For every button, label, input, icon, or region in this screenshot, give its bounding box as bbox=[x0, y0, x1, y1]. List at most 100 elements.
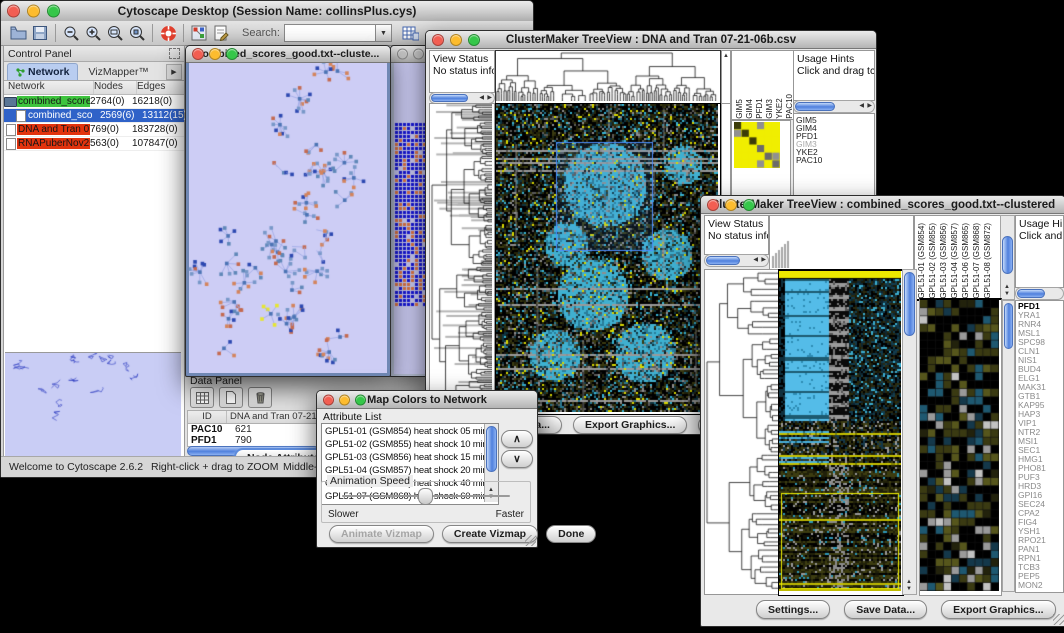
tv2-genes-vscrollbar[interactable] bbox=[1002, 300, 1015, 592]
scroll-down-icon[interactable]: ▼ bbox=[1004, 291, 1010, 297]
tv1-column-label[interactable]: PFD1 bbox=[755, 94, 764, 119]
zoom-out-button[interactable] bbox=[60, 23, 82, 43]
network-table-row[interactable]: DNA and Tran 07 769(0) 183728(0) bbox=[4, 123, 184, 137]
open-session-button[interactable] bbox=[7, 23, 29, 43]
save-session-button[interactable] bbox=[29, 23, 51, 43]
zoom-in-button[interactable] bbox=[82, 23, 104, 43]
column-header-nodes[interactable]: Nodes bbox=[94, 81, 137, 94]
plugins-button[interactable] bbox=[188, 23, 210, 43]
scroll-right-icon[interactable]: ▶ bbox=[761, 257, 766, 263]
tv2-zoom-matrix[interactable] bbox=[920, 300, 999, 591]
tab-vizmapper[interactable]: VizMapper™ bbox=[78, 64, 159, 80]
minimize-button[interactable] bbox=[450, 34, 462, 46]
dialog-titlebar[interactable]: Map Colors to Network bbox=[317, 391, 537, 409]
tv2-column-label[interactable]: GPL51-02 (GSM855) bbox=[928, 223, 937, 299]
scroll-up-icon[interactable]: ▲ bbox=[723, 53, 729, 59]
tab-network[interactable]: Network bbox=[7, 63, 78, 80]
minimize-button[interactable] bbox=[27, 5, 40, 18]
help-button[interactable] bbox=[157, 23, 179, 43]
search-dropdown-button[interactable]: ▼ bbox=[376, 24, 392, 42]
network-table-row[interactable]: combined_sco 2569(6) 13112(15) bbox=[4, 109, 184, 123]
network-table-row[interactable]: RNAPuberNov2+ 563(0) 107847(0) bbox=[4, 137, 184, 151]
tv1-col-dendrogram[interactable] bbox=[496, 51, 718, 101]
scroll-left-icon[interactable]: ◀ bbox=[753, 257, 758, 263]
annotation-button[interactable] bbox=[210, 23, 232, 43]
zoom-selected-button[interactable] bbox=[126, 23, 148, 43]
tv2-action-button[interactable]: Settings... bbox=[756, 600, 830, 619]
data-table-row[interactable]: PFD1 790 bbox=[188, 435, 316, 446]
zoom-button[interactable] bbox=[47, 5, 60, 18]
tv1-heatmap[interactable] bbox=[496, 104, 718, 412]
tv2-action-button[interactable]: Save Data... bbox=[844, 600, 927, 619]
scroll-left-icon[interactable]: ◀ bbox=[859, 103, 864, 109]
close-button[interactable] bbox=[192, 48, 204, 60]
tv2-action-button[interactable]: Export Graphics... bbox=[941, 600, 1055, 619]
resize-grip[interactable] bbox=[525, 535, 536, 546]
tv2-column-label[interactable]: GPL51-01 (GSM854) bbox=[917, 223, 926, 299]
dialog-action-button[interactable]: Create Vizmap bbox=[442, 525, 538, 543]
tv1-column-label[interactable]: GIM3 bbox=[765, 94, 774, 119]
close-button[interactable] bbox=[323, 394, 334, 405]
network-table-row[interactable]: combined_scores 2764(0) 16218(0) bbox=[4, 95, 184, 109]
move-down-button[interactable]: ∨ bbox=[501, 450, 533, 468]
tv2-row-dendrogram[interactable] bbox=[705, 270, 778, 592]
tv2-labels-vscrollbar[interactable]: ▲ ▼ bbox=[1000, 215, 1015, 300]
tv2-hints-hscrollbar[interactable] bbox=[1015, 287, 1064, 300]
tv1-hints-hscrollbar[interactable]: ◀ ▶ bbox=[793, 100, 875, 113]
close-button[interactable] bbox=[432, 34, 444, 46]
tab-overflow-button[interactable]: ▶ bbox=[166, 64, 182, 80]
tv2-column-label[interactable]: GPL51-03 (GSM856) bbox=[939, 223, 948, 299]
close-button[interactable] bbox=[7, 5, 20, 18]
data-column-attr[interactable]: DNA and Tran 07-21-06 bbox=[227, 411, 316, 423]
tv1-gene-item[interactable]: PAC10 bbox=[794, 156, 874, 164]
tv2-column-label[interactable]: GPL51-06 (GSM865) bbox=[961, 223, 970, 299]
zoom-button[interactable] bbox=[468, 34, 480, 46]
dialog-action-button[interactable]: Done bbox=[546, 525, 596, 543]
network-canvas[interactable] bbox=[189, 63, 387, 373]
delete-attribute-button[interactable] bbox=[248, 387, 272, 408]
tv1-similarity-matrix[interactable] bbox=[734, 122, 780, 168]
float-panel-icon[interactable] bbox=[169, 48, 180, 59]
zoom-button[interactable] bbox=[743, 199, 755, 211]
scroll-right-icon[interactable]: ▶ bbox=[487, 95, 492, 101]
data-column-id[interactable]: ID bbox=[188, 411, 227, 423]
tv2-heatmap[interactable] bbox=[779, 271, 901, 591]
attribute-list-item[interactable]: GPL51-02 (GSM855) heat shock 10 min bbox=[322, 438, 498, 451]
tv1-action-button[interactable]: Export Graphics... bbox=[573, 416, 687, 434]
network-titlebar[interactable]: combined_scores_good.txt--cluste... bbox=[186, 46, 390, 63]
search-input[interactable] bbox=[284, 24, 376, 42]
tv2-col-dendrogram[interactable] bbox=[770, 216, 911, 268]
tv1-column-label[interactable]: GIM4 bbox=[745, 94, 754, 119]
move-up-button[interactable]: ∧ bbox=[501, 430, 533, 448]
data-table-row[interactable]: PAC10 621 bbox=[188, 424, 316, 435]
zoom-button[interactable] bbox=[355, 394, 366, 405]
tv1-row-dendrogram[interactable] bbox=[430, 104, 492, 412]
tv2-column-label[interactable]: GPL51-04 (GSM857) bbox=[950, 223, 959, 299]
attribute-list-item[interactable]: GPL51-01 (GSM854) heat shock 05 min bbox=[322, 425, 498, 438]
scroll-up-icon[interactable]: ▲ bbox=[906, 579, 912, 585]
treeview1-titlebar[interactable]: ClusterMaker TreeView : DNA and Tran 07-… bbox=[426, 31, 876, 49]
scroll-left-icon[interactable]: ◀ bbox=[479, 95, 484, 101]
zoom-button[interactable] bbox=[226, 48, 238, 60]
select-attributes-button[interactable] bbox=[190, 387, 214, 408]
create-attribute-button[interactable] bbox=[219, 387, 243, 408]
network-overview-canvas[interactable] bbox=[5, 352, 181, 457]
treeview2-titlebar[interactable]: ClusterMaker TreeView : combined_scores_… bbox=[701, 196, 1064, 214]
close-button[interactable] bbox=[397, 49, 408, 60]
main-titlebar[interactable]: Cytoscape Desktop (Session Name: collins… bbox=[1, 1, 533, 22]
zoom-fit-button[interactable] bbox=[104, 23, 126, 43]
scroll-down-icon[interactable]: ▼ bbox=[906, 586, 912, 592]
dialog-action-button[interactable]: Animate Vizmap bbox=[329, 525, 434, 543]
scroll-up-icon[interactable]: ▲ bbox=[1004, 284, 1010, 290]
resize-grip[interactable] bbox=[1053, 614, 1064, 625]
column-header-edges[interactable]: Edges bbox=[137, 81, 184, 94]
speed-slider-thumb[interactable] bbox=[418, 488, 433, 505]
tv2-gene-item[interactable]: MON2 bbox=[1016, 581, 1063, 590]
minimize-button[interactable] bbox=[413, 49, 424, 60]
tv2-column-label[interactable]: GPL51-07 (GSM868) bbox=[972, 223, 981, 299]
tv2-column-label[interactable]: GPL51-08 (GSM872) bbox=[983, 223, 992, 299]
tv2-status-hscrollbar[interactable]: ◀ ▶ bbox=[704, 254, 769, 267]
column-header-network[interactable]: Network bbox=[4, 81, 94, 94]
tv2-heatmap-vscrollbar[interactable]: ▲ ▼ bbox=[902, 269, 917, 595]
minimize-button[interactable] bbox=[339, 394, 350, 405]
